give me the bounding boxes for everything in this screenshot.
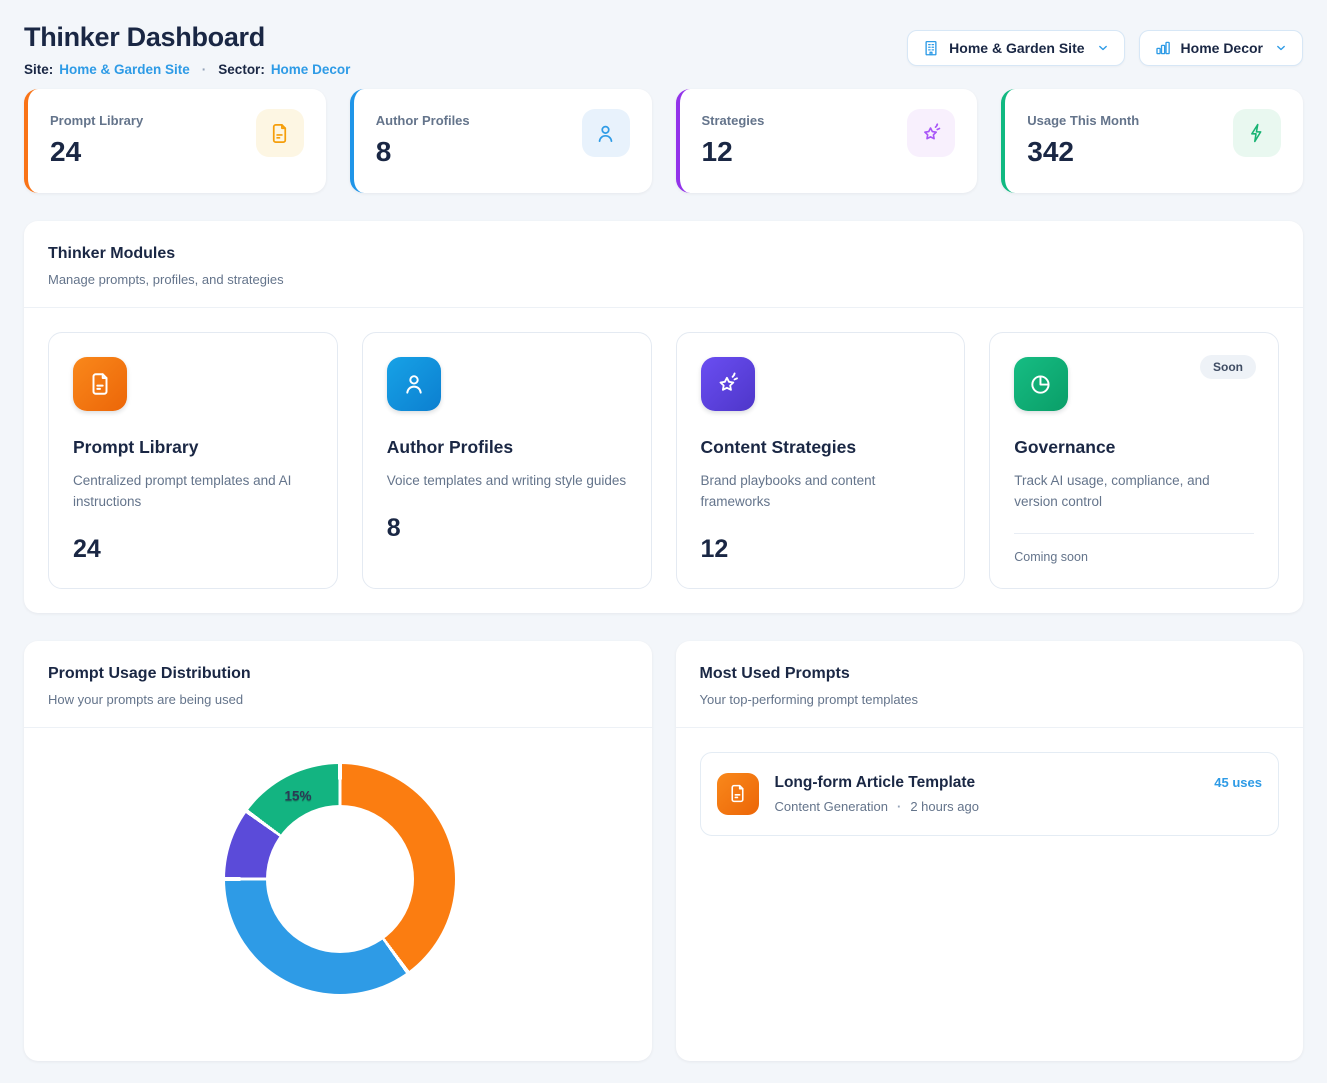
stats-row: Prompt Library 24 Author Profiles 8 xyxy=(24,89,1303,193)
prompt-item-main: Long-form Article Template Content Gener… xyxy=(775,774,1199,814)
modules-panel-header: Thinker Modules Manage prompts, profiles… xyxy=(24,221,1303,307)
stat-value: 24 xyxy=(50,136,143,168)
most-used-prompts-panel: Most Used Prompts Your top-performing pr… xyxy=(676,641,1304,1061)
stat-card-author-profiles: Author Profiles 8 xyxy=(350,89,652,193)
usage-distribution-panel: Prompt Usage Distribution How your promp… xyxy=(24,641,652,1061)
module-card-content-strategies[interactable]: Content Strategies Brand playbooks and c… xyxy=(676,332,966,589)
prompt-uses-badge: 45 uses xyxy=(1214,775,1262,790)
stat-info: Strategies 12 xyxy=(702,109,765,168)
site-label: Site: xyxy=(24,62,53,77)
donut-hole xyxy=(266,805,414,953)
chevron-down-icon xyxy=(1096,41,1110,55)
stat-card-usage: Usage This Month 342 xyxy=(1001,89,1303,193)
divider xyxy=(1014,533,1254,534)
usage-chart-area: 15% xyxy=(24,728,652,1048)
stat-label: Prompt Library xyxy=(50,113,143,128)
module-description: Track AI usage, compliance, and version … xyxy=(1014,471,1254,513)
person-icon xyxy=(582,109,630,157)
star-sparkle-icon xyxy=(701,357,755,411)
module-count: 8 xyxy=(387,514,627,543)
stat-label: Author Profiles xyxy=(376,113,470,128)
stat-value: 8 xyxy=(376,136,470,168)
page-title: Thinker Dashboard xyxy=(24,22,350,53)
thinker-modules-panel: Thinker Modules Manage prompts, profiles… xyxy=(24,221,1303,613)
site-link[interactable]: Home & Garden Site xyxy=(59,62,190,77)
person-icon xyxy=(387,357,441,411)
usage-panel-header: Prompt Usage Distribution How your promp… xyxy=(24,641,652,727)
stat-card-strategies: Strategies 12 xyxy=(676,89,978,193)
dashboard-page: Thinker Dashboard Site: Home & Garden Si… xyxy=(0,0,1327,1083)
module-card-governance[interactable]: Soon Governance Track AI usage, complian… xyxy=(989,332,1279,589)
separator-dot: · xyxy=(897,799,901,814)
site-selector-value: Home & Garden Site xyxy=(949,40,1084,56)
coming-soon-label: Coming soon xyxy=(1014,550,1254,564)
star-sparkle-icon xyxy=(907,109,955,157)
usage-panel-title: Prompt Usage Distribution xyxy=(48,665,628,683)
page-header: Thinker Dashboard Site: Home & Garden Si… xyxy=(24,22,1303,77)
stat-card-prompt-library: Prompt Library 24 xyxy=(24,89,326,193)
stat-label: Usage This Month xyxy=(1027,113,1139,128)
header-selectors: Home & Garden Site Home Decor xyxy=(907,30,1303,66)
stat-info: Usage This Month 342 xyxy=(1027,109,1139,168)
stat-value: 342 xyxy=(1027,136,1139,168)
lightning-icon xyxy=(1233,109,1281,157)
module-title: Prompt Library xyxy=(73,437,313,458)
document-icon xyxy=(256,109,304,157)
chevron-down-icon xyxy=(1274,41,1288,55)
module-title: Content Strategies xyxy=(701,437,941,458)
modules-panel-subtitle: Manage prompts, profiles, and strategies xyxy=(48,272,1279,287)
sector-selector-dropdown[interactable]: Home Decor xyxy=(1139,30,1303,66)
document-icon xyxy=(73,357,127,411)
modules-grid: Prompt Library Centralized prompt templa… xyxy=(24,308,1303,613)
stat-value: 12 xyxy=(702,136,765,168)
soon-badge: Soon xyxy=(1200,355,1256,379)
modules-panel-title: Thinker Modules xyxy=(48,245,1279,263)
donut-percent-label: 15% xyxy=(284,788,311,803)
prompts-panel-subtitle: Your top-performing prompt templates xyxy=(700,692,1280,707)
building-icon xyxy=(922,39,940,57)
site-sector-breadcrumb: Site: Home & Garden Site · Sector: Home … xyxy=(24,62,350,77)
module-title: Governance xyxy=(1014,437,1254,458)
stat-info: Author Profiles 8 xyxy=(376,109,470,168)
usage-donut-chart[interactable]: 15% xyxy=(225,764,455,994)
separator-dot: · xyxy=(202,62,207,77)
bottom-row: Prompt Usage Distribution How your promp… xyxy=(24,641,1303,1061)
pie-chart-icon xyxy=(1014,357,1068,411)
module-title: Author Profiles xyxy=(387,437,627,458)
module-count: 24 xyxy=(73,535,313,564)
document-icon xyxy=(717,773,759,815)
sector-link[interactable]: Home Decor xyxy=(271,62,351,77)
prompts-list: Long-form Article Template Content Gener… xyxy=(676,728,1304,860)
sector-selector-value: Home Decor xyxy=(1181,40,1263,56)
module-description: Brand playbooks and content frameworks xyxy=(701,471,941,513)
site-selector-dropdown[interactable]: Home & Garden Site xyxy=(907,30,1124,66)
stat-label: Strategies xyxy=(702,113,765,128)
stat-info: Prompt Library 24 xyxy=(50,109,143,168)
module-count: 12 xyxy=(701,535,941,564)
module-card-author-profiles[interactable]: Author Profiles Voice templates and writ… xyxy=(362,332,652,589)
prompt-item-title: Long-form Article Template xyxy=(775,774,1199,792)
sector-label: Sector: xyxy=(218,62,265,77)
module-description: Voice templates and writing style guides xyxy=(387,471,627,492)
prompts-panel-title: Most Used Prompts xyxy=(700,665,1280,683)
prompt-list-item[interactable]: Long-form Article Template Content Gener… xyxy=(700,752,1280,836)
module-description: Centralized prompt templates and AI inst… xyxy=(73,471,313,513)
prompt-item-meta: Content Generation · 2 hours ago xyxy=(775,799,1199,814)
bar-chart-icon xyxy=(1154,39,1172,57)
header-titles: Thinker Dashboard Site: Home & Garden Si… xyxy=(24,22,350,77)
prompt-item-time: 2 hours ago xyxy=(910,799,979,814)
prompt-item-category: Content Generation xyxy=(775,799,888,814)
prompts-panel-header: Most Used Prompts Your top-performing pr… xyxy=(676,641,1304,727)
module-card-prompt-library[interactable]: Prompt Library Centralized prompt templa… xyxy=(48,332,338,589)
usage-panel-subtitle: How your prompts are being used xyxy=(48,692,628,707)
